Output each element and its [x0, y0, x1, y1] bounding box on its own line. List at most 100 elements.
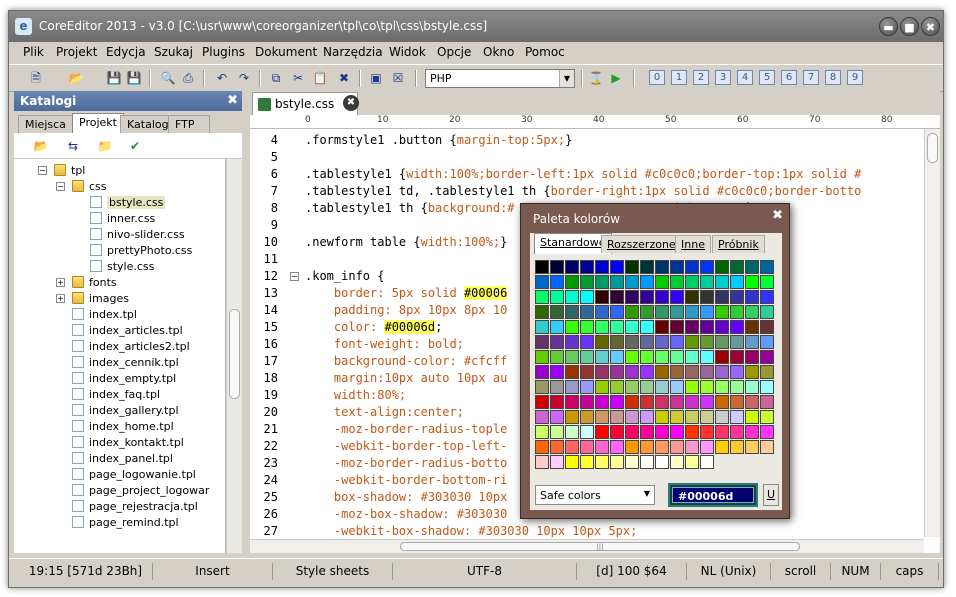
color-swatch[interactable]: [550, 365, 564, 379]
color-swatch[interactable]: [640, 260, 654, 274]
color-swatch[interactable]: [640, 290, 654, 304]
color-swatch[interactable]: [715, 335, 729, 349]
hscroll-grip[interactable]: |||: [400, 542, 800, 551]
color-swatch[interactable]: [730, 260, 744, 274]
color-swatch[interactable]: [655, 455, 669, 469]
color-swatch[interactable]: [745, 395, 759, 409]
color-swatch[interactable]: [565, 290, 579, 304]
color-swatch[interactable]: [535, 410, 549, 424]
color-swatch[interactable]: [565, 410, 579, 424]
color-swatch[interactable]: [715, 425, 729, 439]
color-swatch[interactable]: [730, 335, 744, 349]
color-swatch[interactable]: [595, 365, 609, 379]
color-swatch[interactable]: [640, 365, 654, 379]
color-swatch[interactable]: [610, 410, 624, 424]
color-swatch[interactable]: [625, 335, 639, 349]
color-swatch[interactable]: [745, 320, 759, 334]
color-swatch[interactable]: [640, 335, 654, 349]
color-swatch[interactable]: [685, 365, 699, 379]
tree-item[interactable]: index_home.tpl: [72, 419, 174, 435]
tree-item[interactable]: index_panel.tpl: [72, 451, 173, 467]
color-swatch[interactable]: [625, 365, 639, 379]
color-swatch[interactable]: [610, 275, 624, 289]
color-swatch[interactable]: [670, 260, 684, 274]
color-swatch[interactable]: [760, 410, 774, 424]
color-swatch[interactable]: [550, 275, 564, 289]
save-icon[interactable]: 💾: [105, 69, 123, 87]
tree-item[interactable]: images: [72, 291, 129, 307]
color-swatch[interactable]: [595, 440, 609, 454]
color-swatch[interactable]: [610, 440, 624, 454]
color-swatch[interactable]: [670, 455, 684, 469]
color-swatch[interactable]: [625, 425, 639, 439]
color-swatch[interactable]: [565, 275, 579, 289]
color-swatch[interactable]: [730, 395, 744, 409]
color-swatch[interactable]: [700, 275, 714, 289]
color-swatch[interactable]: [640, 395, 654, 409]
color-swatch[interactable]: [700, 440, 714, 454]
color-swatch[interactable]: [715, 380, 729, 394]
color-swatch[interactable]: [595, 350, 609, 364]
bookmark-4-button[interactable]: 4: [737, 70, 753, 85]
color-swatch[interactable]: [535, 455, 549, 469]
color-swatch[interactable]: [745, 410, 759, 424]
tree-expander[interactable]: +: [56, 278, 65, 287]
hourglass-icon[interactable]: ⌛: [587, 69, 605, 87]
color-swatch[interactable]: [670, 335, 684, 349]
color-swatch[interactable]: [640, 425, 654, 439]
bookmark-6-button[interactable]: 6: [781, 70, 797, 85]
color-swatch[interactable]: [640, 410, 654, 424]
color-swatch[interactable]: [730, 425, 744, 439]
color-swatch[interactable]: [595, 455, 609, 469]
tree-item[interactable]: style.css: [90, 259, 154, 275]
color-swatch[interactable]: [580, 290, 594, 304]
color-swatch[interactable]: [535, 395, 549, 409]
copy-icon[interactable]: ⧉: [267, 69, 285, 87]
tab-miejsca[interactable]: Miejsca: [18, 115, 73, 133]
color-swatch[interactable]: [565, 305, 579, 319]
color-swatch[interactable]: [580, 305, 594, 319]
color-swatch[interactable]: [640, 305, 654, 319]
color-swatch[interactable]: [730, 290, 744, 304]
color-swatch[interactable]: [610, 380, 624, 394]
tree-item[interactable]: nivo-slider.css: [90, 227, 185, 243]
tree-item[interactable]: css: [72, 179, 107, 195]
tab-ftp[interactable]: FTP: [168, 115, 210, 133]
color-swatch[interactable]: [760, 395, 774, 409]
check-icon[interactable]: ✔: [126, 137, 144, 155]
undo-icon[interactable]: ↶: [213, 69, 231, 87]
color-value-field[interactable]: #00006d: [668, 483, 758, 507]
color-swatch[interactable]: [565, 440, 579, 454]
tree-item[interactable]: index_kontakt.tpl: [72, 435, 184, 451]
color-swatch[interactable]: [610, 350, 624, 364]
color-swatch[interactable]: [760, 365, 774, 379]
tree-item[interactable]: page_rejestracja.tpl: [72, 499, 198, 515]
color-swatch[interactable]: [715, 290, 729, 304]
color-swatch[interactable]: [655, 290, 669, 304]
color-swatch[interactable]: [610, 365, 624, 379]
color-swatch[interactable]: [550, 410, 564, 424]
color-swatch[interactable]: [550, 395, 564, 409]
color-swatch[interactable]: [535, 290, 549, 304]
tree-item[interactable]: fonts: [72, 275, 117, 291]
color-swatch[interactable]: [745, 305, 759, 319]
color-swatch[interactable]: [565, 320, 579, 334]
color-swatch[interactable]: [670, 275, 684, 289]
color-swatch[interactable]: [760, 290, 774, 304]
color-swatch[interactable]: [655, 350, 669, 364]
color-swatch[interactable]: [760, 305, 774, 319]
tree-item[interactable]: index_articles.tpl: [72, 323, 183, 339]
run-icon[interactable]: ▶: [607, 69, 625, 87]
tree-item[interactable]: inner.css: [90, 211, 155, 227]
color-swatch[interactable]: [745, 380, 759, 394]
color-swatch[interactable]: [565, 395, 579, 409]
tab-bstyle-css[interactable]: bstyle.css ✖: [252, 92, 359, 115]
color-swatch[interactable]: [670, 365, 684, 379]
tab-extended[interactable]: Rozszerzone: [601, 235, 682, 253]
color-swatch[interactable]: [580, 320, 594, 334]
find-icon[interactable]: ▣: [367, 69, 385, 87]
color-swatch[interactable]: [655, 365, 669, 379]
menu-narzedzia[interactable]: Narzędzia: [323, 45, 383, 59]
tree-item[interactable]: prettyPhoto.css: [90, 243, 192, 259]
color-swatch[interactable]: [685, 455, 699, 469]
